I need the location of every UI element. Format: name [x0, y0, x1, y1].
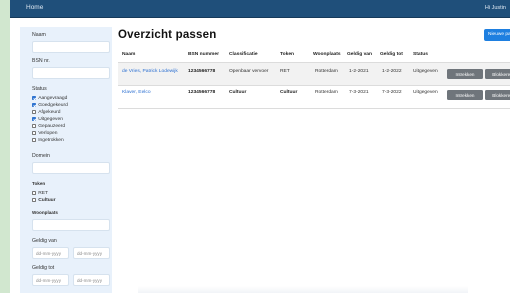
checkbox-icon[interactable] [32, 123, 37, 129]
token-option-label: RET [38, 190, 48, 196]
cell-naam-link[interactable]: de Vries, Patrick Lodewijk [122, 69, 178, 74]
app-window: Home Hi Justin Naam BSN nr. Status Aange… [10, 0, 510, 293]
top-navbar: Home Hi Justin [10, 0, 510, 18]
intrekken-button[interactable]: Intrekken [447, 90, 483, 100]
status-option-label: Ingetrokken [38, 137, 64, 143]
filter-sidebar: Naam BSN nr. Status Aangevraagd Goedgeke… [20, 27, 112, 293]
geldig-tot-to-date[interactable]: dd-mm-yyyy [73, 274, 110, 286]
checkbox-icon[interactable] [32, 137, 37, 143]
bsn-input[interactable] [32, 67, 110, 79]
cell-token: RET [280, 69, 290, 74]
blokkeren-button[interactable]: Blokkeren [485, 69, 510, 79]
cell-woonplaats: Rotterdam [315, 69, 338, 74]
status-label: Status [32, 86, 47, 92]
woonplaats-input[interactable] [32, 219, 110, 231]
left-edge-strip [0, 0, 10, 293]
geldig-tot-from-date[interactable]: dd-mm-yyyy [32, 274, 69, 286]
cell-classificatie: Openbaar vervoer [229, 69, 269, 74]
geldig-van-to-date[interactable]: dd-mm-yyyy [73, 247, 110, 259]
page-title: Overzicht passen [118, 29, 217, 41]
token-label: Token [32, 181, 46, 186]
column-header-naam[interactable]: Naam [122, 52, 135, 57]
status-option-goedgekeurd[interactable]: Goedgekeurd [32, 102, 68, 108]
cell-status: Uitgegeven [413, 90, 438, 95]
checkbox-icon[interactable] [32, 190, 37, 196]
geldig-tot-label: Geldig tot [32, 265, 55, 271]
column-header-status[interactable]: Status [413, 52, 428, 57]
footer-shadow [138, 286, 468, 293]
cell-classificatie: Cultuur [229, 90, 247, 95]
column-header-geldig-tot[interactable]: Geldig tot [380, 52, 403, 57]
cell-geldig-van: 7-3-2021 [349, 90, 369, 95]
woonplaats-label: Woonplaats [32, 210, 58, 215]
token-option-cultuur[interactable]: Cultuur [32, 197, 56, 203]
status-option-aangevraagd[interactable]: Aangevraagd [32, 95, 67, 101]
cell-status: Uitgegeven [413, 69, 438, 74]
naam-label: Naam [32, 32, 46, 38]
cell-woonplaats: Rotterdam [315, 90, 338, 95]
status-option-label: Gepauzeerd [38, 123, 66, 129]
table-header: Naam BSN nummer Classificatie Token Woon… [118, 47, 510, 63]
status-option-label: Goedgekeurd [38, 102, 68, 108]
home-link[interactable]: Home [26, 4, 43, 11]
cell-token: Cultuur [280, 90, 298, 95]
status-option-label: Aangevraagd [38, 95, 68, 101]
geldig-van-from-date[interactable]: dd-mm-yyyy [32, 247, 69, 259]
checkbox-icon[interactable] [32, 109, 37, 115]
checkbox-icon[interactable] [32, 116, 37, 122]
checkbox-icon[interactable] [32, 197, 37, 203]
table-row: de Vries, Patrick Lodewijk 1234566778 Op… [118, 63, 510, 86]
status-option-gepauzeerd[interactable]: Gepauzeerd [32, 123, 65, 129]
status-option-label: Afgekeurd [38, 109, 61, 115]
status-option-verlopen[interactable]: Verlopen [32, 130, 58, 136]
status-option-afgekeurd[interactable]: Afgekeurd [32, 109, 60, 115]
new-pass-button[interactable]: Nieuwe pas [484, 29, 510, 41]
cell-geldig-tot: 1-2-2022 [382, 69, 402, 74]
token-option-ret[interactable]: RET [32, 190, 48, 196]
cell-bsn: 1234566778 [188, 90, 216, 95]
column-header-classificatie[interactable]: Classificatie [229, 52, 258, 57]
cell-naam-link[interactable]: Klaver, Eelco [122, 90, 151, 95]
cell-bsn: 1234566778 [188, 69, 216, 74]
checkbox-icon[interactable] [32, 95, 37, 101]
cell-geldig-van: 1-2-2021 [349, 69, 369, 74]
naam-input[interactable] [32, 41, 110, 53]
geldig-van-label: Geldig van [32, 238, 57, 244]
blokkeren-button[interactable]: Blokkeren [485, 90, 510, 100]
status-option-label: Verlopen [38, 130, 58, 136]
table-row: Klaver, Eelco 1234566778 Cultuur Cultuur… [118, 86, 510, 109]
checkbox-icon[interactable] [32, 130, 37, 136]
status-option-label: Uitgegeven [38, 116, 63, 122]
bsn-label: BSN nr. [32, 58, 50, 64]
intrekken-button[interactable]: Intrekken [447, 69, 483, 79]
column-header-geldig-van[interactable]: Geldig van [347, 52, 372, 57]
checkbox-icon[interactable] [32, 102, 37, 108]
token-option-label: Cultuur [38, 197, 56, 203]
domein-label: Domein [32, 153, 50, 159]
column-header-woonplaats[interactable]: Woonplaats [313, 52, 341, 57]
status-option-ingetrokken[interactable]: Ingetrokken [32, 137, 64, 143]
domein-input[interactable] [32, 162, 110, 174]
user-greeting[interactable]: Hi Justin [485, 5, 506, 11]
column-header-token[interactable]: Token [280, 52, 294, 57]
cell-geldig-tot: 7-3-2022 [382, 90, 402, 95]
column-header-bsn[interactable]: BSN nummer [188, 52, 219, 57]
status-option-uitgegeven[interactable]: Uitgegeven [32, 116, 63, 122]
